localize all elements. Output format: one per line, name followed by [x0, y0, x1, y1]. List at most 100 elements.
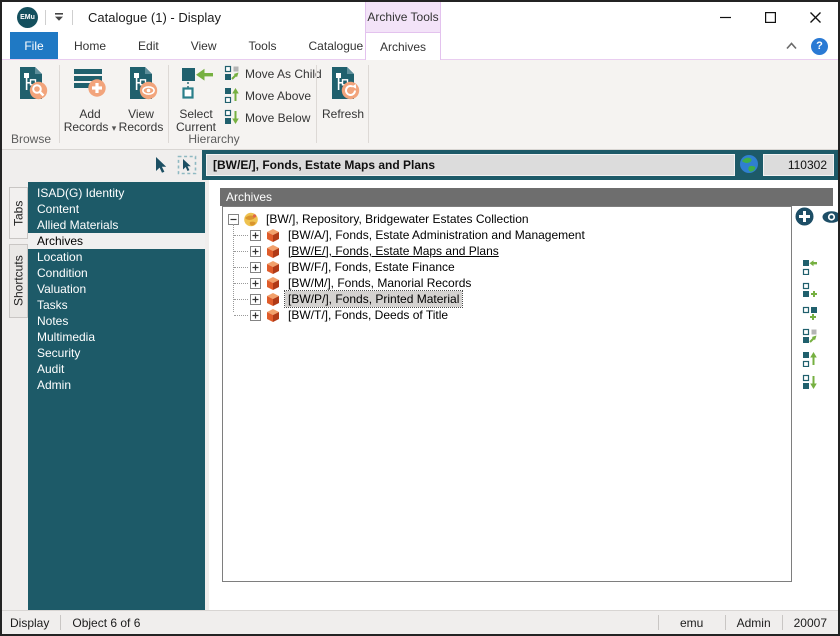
- sidebar-item-archives[interactable]: Archives: [28, 233, 205, 249]
- tree-tool-column: [795, 207, 840, 229]
- fonds-icon: [265, 243, 281, 259]
- select-current-small-icon[interactable]: [802, 259, 818, 275]
- panel-title: Archives: [220, 188, 833, 206]
- move-above-button[interactable]: Move Above: [224, 87, 311, 105]
- record-summary-bar: [BW/E/], Fonds, Estate Maps and Plans 11…: [202, 150, 838, 180]
- move-as-child-small-icon[interactable]: [802, 328, 818, 344]
- move-below-small-icon[interactable]: [802, 374, 818, 390]
- tab-file[interactable]: File: [10, 32, 58, 59]
- titlebar-divider: [45, 10, 46, 25]
- group-label-hierarchy: Hierarchy: [62, 132, 366, 146]
- tab-tools[interactable]: Tools: [233, 32, 293, 59]
- sidebar-item-audit[interactable]: Audit: [28, 361, 205, 377]
- move-below-icon: [224, 109, 240, 128]
- sidebar-item-tasks[interactable]: Tasks: [28, 297, 205, 313]
- record-number-field: 110302: [763, 154, 834, 176]
- sidebar-item-valuation[interactable]: Valuation: [28, 281, 205, 297]
- sidebar-item-allied-materials[interactable]: Allied Materials: [28, 217, 205, 233]
- browse-button[interactable]: [9, 63, 53, 137]
- add-node-icon[interactable]: [795, 207, 814, 229]
- browse-icon: [13, 65, 49, 104]
- select-current-button[interactable]: Select Current: [172, 63, 220, 137]
- sidebar-item-notes[interactable]: Notes: [28, 313, 205, 329]
- move-above-label: Move Above: [245, 89, 311, 103]
- ribbon-tab-bar: File Home Edit View Tools Catalogue Arch…: [2, 32, 838, 60]
- tree-label-fonds-current[interactable]: [BW/E/], Fonds, Estate Maps and Plans: [285, 243, 502, 259]
- tree-row-fonds[interactable]: [BW/A/], Fonds, Estate Administration an…: [223, 227, 791, 243]
- close-button[interactable]: [793, 2, 838, 32]
- tree-row-fonds[interactable]: [BW/E/], Fonds, Estate Maps and Plans: [223, 243, 791, 259]
- window-title: Catalogue (1) - Display: [88, 10, 221, 25]
- tab-home[interactable]: Home: [58, 32, 122, 59]
- tree-label-fonds[interactable]: [BW/A/], Fonds, Estate Administration an…: [285, 227, 588, 243]
- sidebar-item-content[interactable]: Content: [28, 201, 205, 217]
- add-records-button[interactable]: Add Records ▾: [64, 63, 116, 137]
- side-strip-shortcuts[interactable]: Shortcuts: [9, 244, 28, 318]
- sidebar-item-admin[interactable]: Admin: [28, 377, 205, 393]
- app-window: EMu Catalogue (1) - Display Archive Tool…: [0, 0, 840, 636]
- tree-row-fonds[interactable]: [BW/P/], Fonds, Printed Material: [223, 291, 791, 307]
- select-region-cursor-icon[interactable]: [177, 155, 197, 178]
- expand-expander-icon[interactable]: [250, 310, 261, 321]
- sidebar-item-multimedia[interactable]: Multimedia: [28, 329, 205, 345]
- expand-expander-icon[interactable]: [250, 278, 261, 289]
- move-above-icon: [224, 87, 240, 106]
- move-as-child-button[interactable]: Move As Child: [224, 65, 322, 83]
- emu-logo-icon[interactable]: EMu: [17, 7, 38, 28]
- ribbon: Browse Add Records ▾: [2, 60, 838, 150]
- sidebar-item-security[interactable]: Security: [28, 345, 205, 361]
- expand-expander-icon[interactable]: [250, 230, 261, 241]
- hierarchy-tree: [BW/], Repository, Bridgewater Estates C…: [222, 206, 792, 582]
- help-icon[interactable]: ?: [811, 38, 828, 55]
- add-child-icon[interactable]: [802, 282, 818, 298]
- sidebar-item-location[interactable]: Location: [28, 249, 205, 265]
- fonds-icon: [265, 307, 281, 323]
- refresh-icon: [325, 65, 361, 104]
- maximize-button[interactable]: [748, 2, 793, 32]
- status-connection: emu: [659, 616, 725, 630]
- repository-icon: [243, 211, 259, 227]
- tab-sidebar: ISAD(G) Identity Content Allied Material…: [28, 182, 205, 610]
- tree-row-fonds[interactable]: [BW/F/], Fonds, Estate Finance: [223, 259, 791, 275]
- contextual-tab-group-label: Archive Tools: [365, 2, 441, 32]
- move-above-small-icon[interactable]: [802, 351, 818, 367]
- move-as-child-label: Move As Child: [245, 67, 322, 81]
- add-sibling-icon[interactable]: [802, 305, 818, 321]
- group-label-browse: Browse: [4, 132, 58, 146]
- tree-label-fonds[interactable]: [BW/M/], Fonds, Manorial Records: [285, 275, 474, 291]
- expand-expander-icon[interactable]: [250, 246, 261, 257]
- fonds-icon: [265, 275, 281, 291]
- tree-row-repository[interactable]: [BW/], Repository, Bridgewater Estates C…: [223, 211, 791, 227]
- side-strip-tabs[interactable]: Tabs: [9, 187, 28, 239]
- tree-row-fonds[interactable]: [BW/M/], Fonds, Manorial Records: [223, 275, 791, 291]
- collapse-expander-icon[interactable]: [228, 214, 239, 225]
- titlebar-divider: [72, 10, 73, 25]
- move-below-label: Move Below: [245, 111, 310, 125]
- tab-view[interactable]: View: [175, 32, 233, 59]
- view-node-icon[interactable]: [822, 210, 840, 227]
- tree-label-fonds[interactable]: [BW/T/], Fonds, Deeds of Title: [285, 307, 451, 323]
- tree-label-repository[interactable]: [BW/], Repository, Bridgewater Estates C…: [263, 211, 532, 227]
- expand-expander-icon[interactable]: [250, 262, 261, 273]
- select-current-label: Select: [179, 107, 212, 121]
- tree-row-fonds[interactable]: [BW/T/], Fonds, Deeds of Title: [223, 307, 791, 323]
- ribbon-group-divider: [368, 65, 369, 143]
- tab-edit[interactable]: Edit: [122, 32, 175, 59]
- quick-access-dropdown-icon[interactable]: [53, 11, 65, 23]
- tab-archives[interactable]: Archives: [365, 32, 441, 60]
- view-records-button[interactable]: View Records: [115, 63, 167, 137]
- tree-label-fonds[interactable]: [BW/F/], Fonds, Estate Finance: [285, 259, 458, 275]
- view-records-icon: [123, 65, 159, 104]
- move-below-button[interactable]: Move Below: [224, 109, 310, 127]
- expand-expander-icon[interactable]: [250, 294, 261, 305]
- archives-tab-panel: Archives [BW/], Repository, Br: [209, 180, 838, 610]
- collapse-ribbon-icon[interactable]: [786, 39, 797, 53]
- tree-label-fonds-selected[interactable]: [BW/P/], Fonds, Printed Material: [285, 291, 462, 307]
- record-summary-field: [BW/E/], Fonds, Estate Maps and Plans: [206, 154, 735, 176]
- pointer-cursor-icon[interactable]: [152, 156, 169, 178]
- minimize-button[interactable]: [703, 2, 748, 32]
- ribbon-group-divider: [59, 65, 60, 143]
- sidebar-item-isadg-identity[interactable]: ISAD(G) Identity: [28, 185, 205, 201]
- sidebar-item-condition[interactable]: Condition: [28, 265, 205, 281]
- refresh-button[interactable]: Refresh: [320, 63, 366, 137]
